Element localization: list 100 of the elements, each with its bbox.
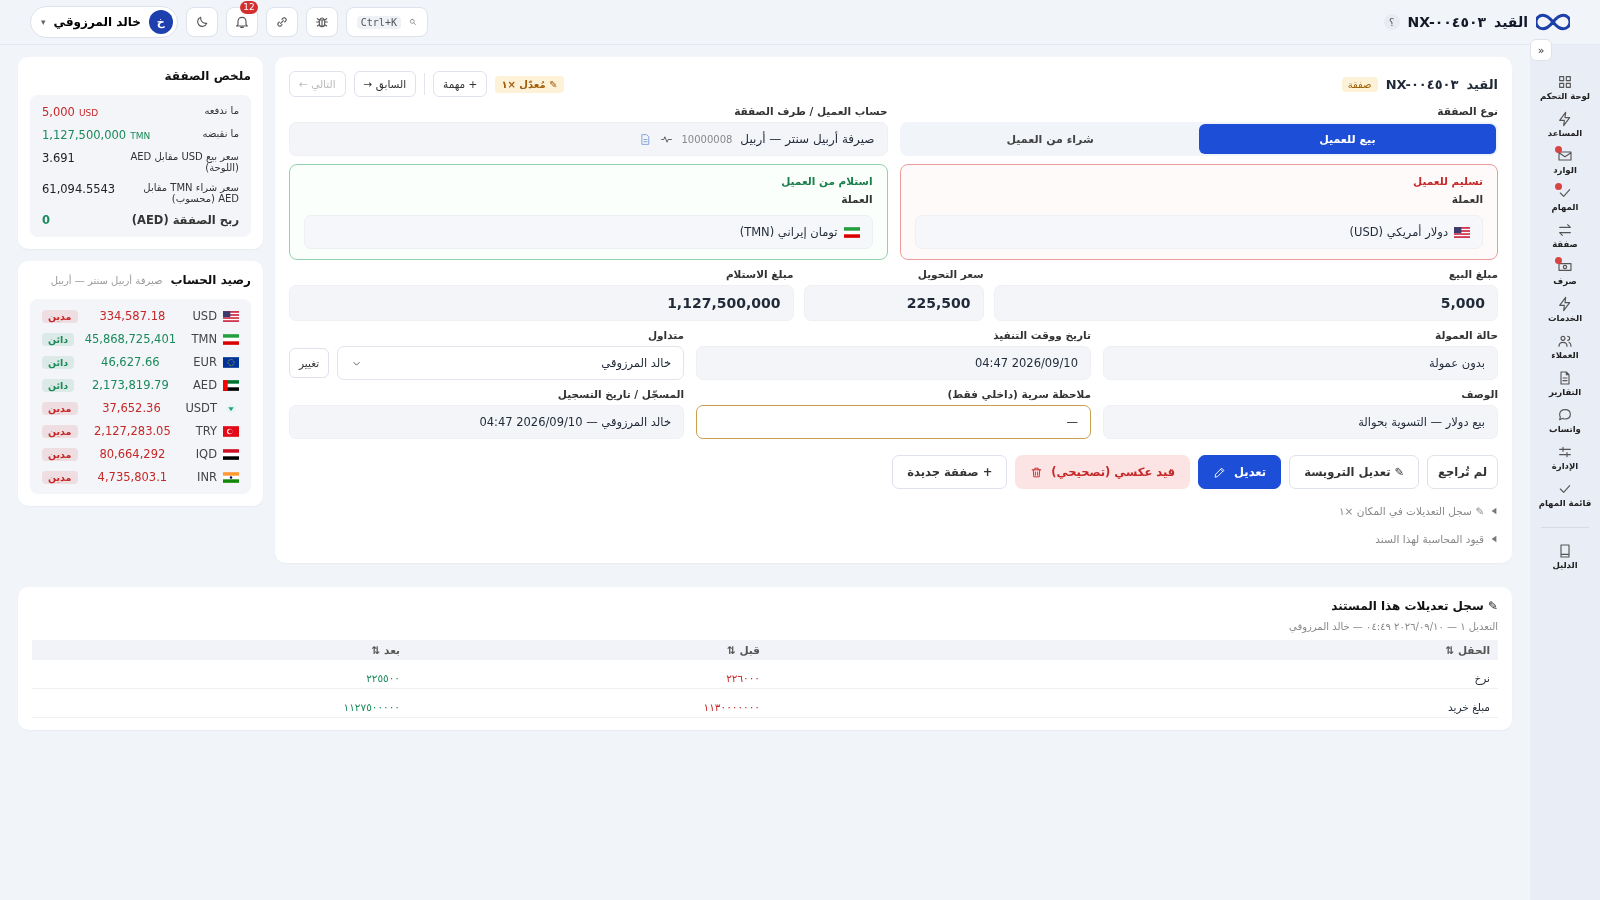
column-header[interactable]: قبل ⇅ [400, 644, 760, 656]
edit-button[interactable]: تعديل [1198, 455, 1282, 489]
commission-field[interactable]: بدون عمولة [1103, 346, 1498, 380]
field-label: متداول [646, 329, 684, 341]
currency-select[interactable]: دولار أمريكي (USD) [914, 215, 1483, 249]
field-label: مبلغ الاستلام [724, 268, 794, 280]
flag-icon [223, 310, 239, 322]
balance-amount: 45,868,725,401 [83, 332, 178, 346]
balance-amount: 334,587.18 [98, 309, 167, 323]
collapse-button[interactable]: « [1530, 39, 1552, 61]
lightning-icon [1557, 111, 1573, 127]
sidebar-item[interactable]: المساعد [1547, 108, 1583, 141]
infinity-logo [1536, 12, 1570, 32]
column-header[interactable]: بعد ⇅ [40, 644, 400, 656]
collapsible-section[interactable]: قيود المحاسبة لهذا السند [289, 533, 1498, 545]
currency-code: EUR [192, 355, 217, 369]
column-header[interactable]: الحقل ⇅ [760, 644, 1490, 656]
user-avatar: خ [148, 10, 173, 34]
type-tag: صفقة [1341, 76, 1378, 92]
balance-amount: 46,627.66 [100, 355, 161, 369]
edited-tag: ✎ مُعدّل ×١ [495, 75, 564, 93]
flag-icon [1454, 226, 1470, 238]
registered-field: خالد المرزوقي — 2026/09/10 04:47 [289, 405, 684, 439]
user-menu[interactable]: خ خالد المرزوقي ▾ [30, 6, 178, 38]
balance-status-tag: دائن [42, 355, 75, 369]
bell-icon [233, 14, 250, 30]
summary-label: سعر بيع USD مقابل AED (اللوحة) [129, 151, 239, 173]
currency-code: USD [191, 309, 217, 323]
theme-button[interactable] [185, 7, 218, 37]
action-button[interactable]: ✎ تعديل الترويسة [1289, 455, 1420, 489]
sidebar-item[interactable]: التقارير [1548, 367, 1582, 400]
balance-status-tag: مدين [42, 401, 78, 415]
sidebar-item[interactable]: الخدمات [1547, 293, 1583, 326]
amount-field[interactable]: 1,127,500,000 [289, 285, 794, 321]
link-button[interactable] [265, 7, 298, 37]
grid-icon [1557, 74, 1573, 90]
summary-value: 5,000 USD [42, 105, 99, 119]
caret-icon: ▾ [41, 17, 46, 27]
sidebar-item[interactable]: لوحة التحكم [1539, 71, 1591, 104]
note-field[interactable]: — [696, 405, 1091, 439]
balance-amount: 2,127,283.05 [92, 424, 172, 438]
user-name: خالد المرزوقي [53, 15, 141, 29]
card-title: ✎ سجل تعديلات هذا المستند [1330, 599, 1498, 613]
description-field[interactable]: بيع دولار — التسوية بحوالة [1103, 405, 1498, 439]
document-icon [1557, 370, 1573, 386]
book-icon [1557, 543, 1573, 559]
currency-code: TRY [194, 424, 217, 438]
bug-button[interactable] [305, 7, 338, 37]
sidebar-item[interactable]: الإدارة [1551, 441, 1579, 474]
sidebar-item[interactable]: قائمة المهام [1538, 478, 1592, 511]
edit-meta: التعديل ١ — ٢٠٢٦/٠٩/١٠ ٠٤:٤٩ — خالد المرزوقي [1288, 621, 1498, 632]
review-status-button[interactable]: لم تُراجع [1427, 455, 1498, 489]
sidebar-item[interactable]: الوارد [1553, 145, 1577, 178]
flag-icon [843, 226, 860, 238]
balance-status-tag: دائن [42, 378, 75, 392]
collapsible-section[interactable]: ✎ سجل التعديلات في المكان ×١ [289, 505, 1498, 517]
sidebar-item[interactable]: واتساب [1549, 404, 1581, 437]
deal-type-tab[interactable]: شراء من العميل [901, 124, 1199, 154]
field-label: المسجّل / تاريخ التسجيل [556, 388, 684, 400]
reverse-entry-button[interactable]: قيد عكسي (تصحيحي) [1015, 455, 1191, 489]
help-button[interactable]: ؟ [1383, 14, 1400, 30]
entry-title: القيد [1466, 76, 1498, 92]
search-button[interactable]: Ctrl+K [345, 7, 428, 37]
field-label: حساب العميل / طرف الصفقة [733, 105, 888, 117]
notification-count: 12 [240, 1, 258, 14]
field-label: ملاحظة سرية (داخلي فقط) [946, 388, 1091, 400]
lightning-icon [1557, 296, 1573, 312]
table-cell-text: ١١٣٠٠٠٠٠٠٠ [702, 701, 760, 713]
sidebar-item[interactable]: الدليل [1552, 540, 1578, 573]
flag-icon [223, 448, 239, 460]
sidebar-item[interactable]: المهام [1551, 182, 1579, 215]
card-title: رصيد الحساب [170, 273, 251, 287]
deal-type-tab[interactable]: بيع للعميل [1198, 124, 1496, 154]
sidebar-item[interactable]: صرف [1553, 256, 1577, 289]
add-task-button[interactable]: + مهمة [433, 71, 488, 97]
currency-code: INR [196, 470, 217, 484]
balance-status-tag: مدين [42, 470, 78, 484]
summary-value: 3.691 [42, 151, 75, 165]
action-button[interactable]: + صفقة جديدة [892, 455, 1008, 489]
sliders-icon [1557, 444, 1573, 460]
trader-select[interactable]: خالد المرزوقي [337, 346, 684, 380]
currency-code: TMN [190, 332, 217, 346]
date-field[interactable]: 2026/09/10 04:47 [696, 346, 1091, 380]
balance-status-tag: مدين [42, 424, 78, 438]
flag-icon [223, 379, 239, 391]
amount-field[interactable]: 5,000 [993, 285, 1498, 321]
sidebar-item[interactable]: العملاء [1551, 330, 1579, 363]
currency-code: AED [192, 378, 217, 392]
card-title: ملخص الصفقة [163, 69, 251, 83]
amount-field[interactable]: 225,500 [803, 285, 984, 321]
sidebar-item[interactable]: صفقة [1552, 219, 1578, 252]
previous-button[interactable]: السابق → [353, 71, 417, 97]
field-label: سعر التحويل [916, 268, 984, 280]
summary-label: ربح الصفقة (AED) [131, 213, 239, 227]
summary-value: 1,127,500,000 TMN [42, 128, 151, 142]
currency-select[interactable]: تومان إيراني (TMN) [304, 215, 873, 249]
trash-icon [1030, 465, 1044, 479]
summary-label: ما ندفعه [204, 105, 239, 116]
chat-bubble-icon [1557, 407, 1573, 423]
change-button[interactable]: تغيير [289, 348, 330, 378]
